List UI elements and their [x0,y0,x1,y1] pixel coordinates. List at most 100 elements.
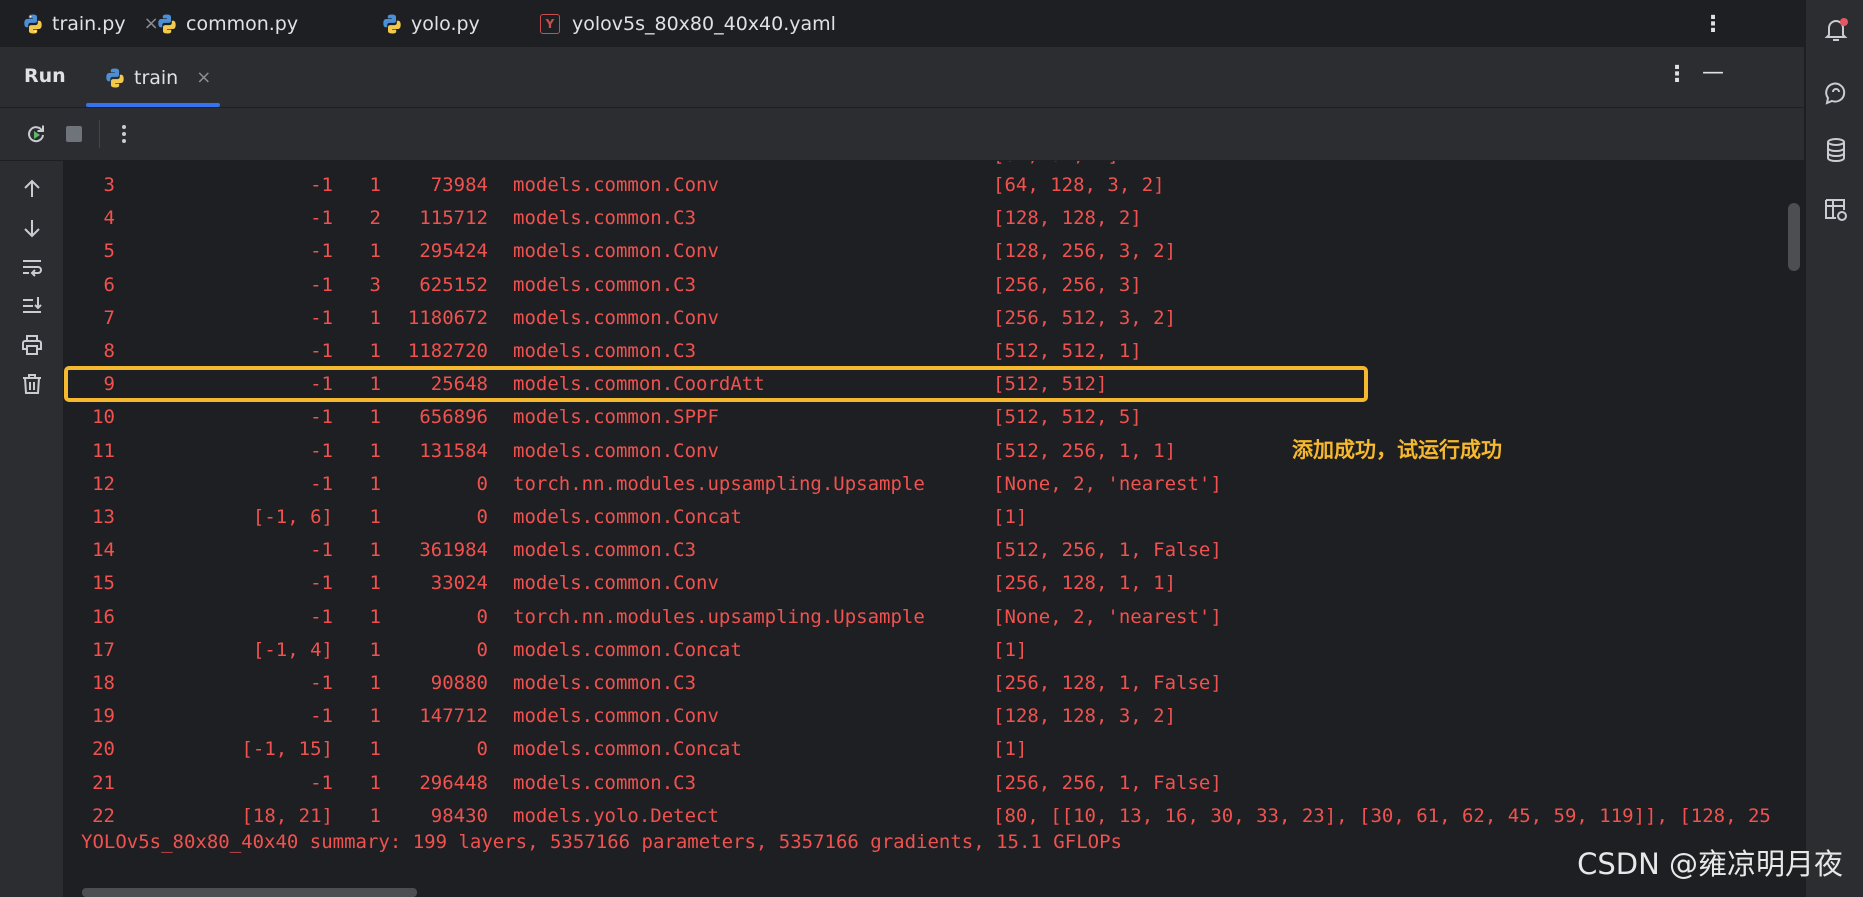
row-from: -1 [310,771,333,794]
row-from: [-1, 6] [252,506,333,528]
python-icon [383,14,401,33]
row-repeat: 1 [369,174,381,196]
row-index: 15 [92,572,115,595]
row-from: -1 [310,539,333,562]
database-icon[interactable] [1822,136,1850,164]
data-view-icon[interactable] [1822,196,1850,224]
console-row: 4 -1 2 115712 models.common.C3 [128, 128, 2] [63,202,1804,235]
row-params: 656896 [419,406,488,429]
row-params: 90880 [430,672,488,694]
editor-tab-yaml[interactable]: Y yolov5s_80x80_40x40.yaml [540,0,836,47]
editor-tab-label: yolo.py [411,12,480,35]
row-module: models.common.SPPF [513,406,719,429]
row-params: 625152 [419,273,488,296]
row-args: [256, 256, 1, False] [993,771,1222,794]
row-args: [512, 256, 1, False] [993,539,1222,562]
row-repeat: 1 [369,738,381,761]
row-module: models.common.Conv [513,439,719,462]
row-index: 6 [103,273,115,296]
console-output[interactable]: [64, 64, 1] 3-1173984models.common.Conv[… [63,161,1804,897]
rerun-icon[interactable] [24,122,48,146]
notifications-icon[interactable] [1822,16,1850,44]
console-row: 15 -1 1 33024 models.common.Conv [256, 128, 1… [63,567,1804,600]
row-repeat: 3 [369,273,381,296]
editor-tab-label: yolov5s_80x80_40x40.yaml [572,12,836,35]
row-args: [1] [993,638,1028,661]
python-icon [106,68,124,87]
row-module: models.common.Conv [513,174,719,196]
scroll-to-end-icon[interactable] [20,294,44,318]
row-index: 11 [92,439,115,462]
row-args: [1] [993,738,1028,761]
python-icon [158,14,176,33]
more-icon[interactable] [112,122,136,146]
row-from: -1 [310,572,333,595]
run-tab-label: train [134,66,179,89]
close-icon[interactable]: × [196,67,211,88]
console-row: 19 -1 1 147712 models.common.Conv [128, 128, … [63,700,1804,733]
horizontal-scrollbar[interactable] [82,888,417,897]
row-index: 13 [92,506,115,528]
options-icon[interactable]: ⋮ [1666,62,1688,87]
row-module: models.common.C3 [513,273,697,296]
row-repeat: 1 [369,771,381,794]
row-index: 10 [92,406,115,429]
row-args: [64, 128, 3, 2] [993,174,1165,196]
row-params: 0 [476,506,488,528]
row-from: -1 [310,340,333,362]
run-tab-train[interactable]: train × [86,48,220,107]
row-params: 131584 [419,439,488,462]
row-from: -1 [310,273,333,296]
row-repeat: 1 [369,306,381,329]
console-row: 14 -1 1 361984 models.common.C3 [512, 256, 1,… [63,534,1804,567]
vertical-scrollbar[interactable] [1788,203,1800,271]
row-repeat: 1 [369,539,381,562]
row-args: [1] [993,506,1028,528]
row-params: 115712 [419,207,488,230]
row-args: [256, 256, 3] [993,273,1142,296]
row-module: models.common.Conv [513,572,719,595]
ai-assistant-icon[interactable] [1822,78,1850,106]
editor-tab-bar: train.py × common.py yolo.py Y yolov5s_8… [0,0,1804,48]
row-from: [-1, 15] [241,738,333,761]
row-module: torch.nn.modules.upsampling.Upsample [513,472,925,495]
annotation-text: 添加成功，试运行成功 [1292,438,1502,462]
row-from: -1 [310,306,333,329]
console-row: 10 -1 1 656896 models.common.SPPF [512, 512, … [63,401,1804,434]
row-from: -1 [310,207,333,230]
editor-tab-yolo-py[interactable]: yolo.py [381,0,480,47]
row-module: models.common.C3 [513,539,697,562]
minimize-icon[interactable]: — [1702,60,1724,85]
row-from: -1 [310,705,333,728]
row-repeat: 2 [369,207,381,230]
more-tabs-icon[interactable]: ⋮ [1702,12,1724,37]
editor-tab-train-py[interactable]: train.py × [22,0,159,47]
console-row: 3 -1 1 73984 models.common.Conv [64, 128, 3, … [63,169,1804,202]
row-params: 0 [476,638,488,661]
row-module: models.common.Concat [513,506,742,528]
console-row: 11 -1 1 131584 models.common.Conv [512, 256, … [63,435,1804,468]
arrow-up-icon[interactable] [20,177,44,201]
row-index: 18 [92,672,115,694]
row-from: -1 [310,406,333,429]
row-params: 0 [476,738,488,761]
row-from: -1 [310,240,333,263]
row-index: 16 [92,605,115,628]
console-row: 20 [-1, 15] 1 0 models.common.Concat [1] [63,733,1804,766]
editor-tab-common-py[interactable]: common.py [156,0,298,47]
row-index: 3 [103,174,115,196]
soft-wrap-icon[interactable] [20,255,44,279]
console-row: 5 -1 1 295424 models.common.Conv [128, 256, 3… [63,235,1804,268]
stop-icon[interactable] [62,122,86,146]
row-from: [18, 21] [241,804,333,827]
row-params: 33024 [430,572,488,595]
row-repeat: 1 [369,406,381,429]
arrow-down-icon[interactable] [20,216,44,240]
highlight-box-coordatt [64,366,1368,402]
row-params: 1180672 [407,306,488,329]
print-icon[interactable] [20,333,44,357]
editor-tab-label: train.py [52,12,126,35]
model-summary-line: YOLOv5s_80x80_40x40 summary: 199 layers,… [81,831,1122,853]
trash-icon[interactable] [20,372,44,396]
row-repeat: 1 [369,439,381,462]
